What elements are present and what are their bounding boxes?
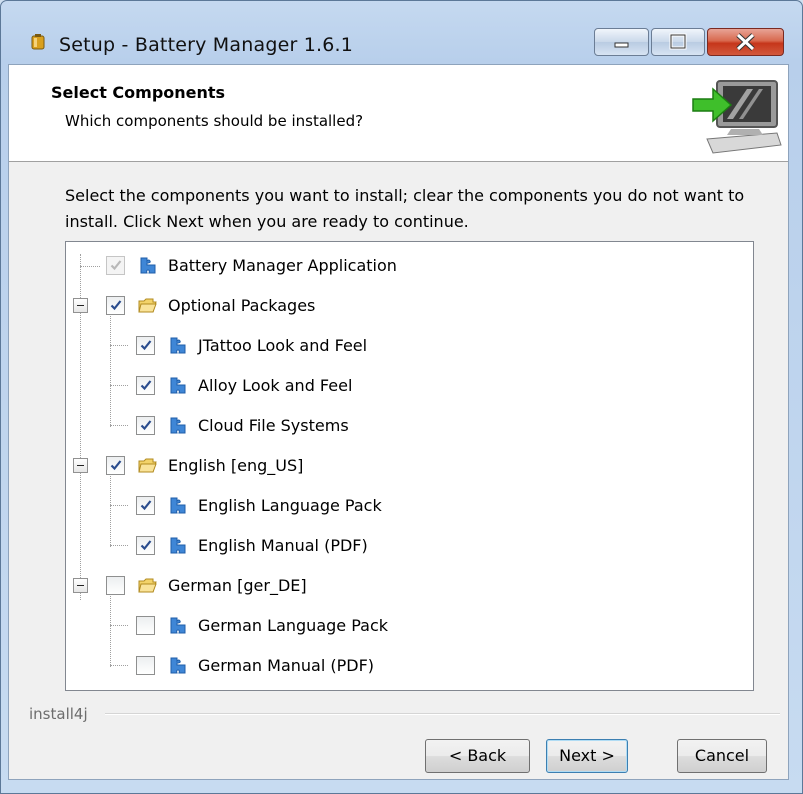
wizard-header: Select Components Which components shoul… xyxy=(9,65,788,162)
tree-item[interactable]: Alloy Look and Feel xyxy=(66,375,746,399)
checkmark-icon xyxy=(140,420,152,431)
back-button[interactable]: < Back xyxy=(425,739,530,773)
tree-item[interactable]: German Manual (PDF) xyxy=(66,655,746,679)
minimize-icon xyxy=(614,42,629,48)
component-checkbox[interactable] xyxy=(136,376,155,395)
component-icon xyxy=(168,496,187,515)
component-checkbox xyxy=(106,256,125,275)
component-label: JTattoo Look and Feel xyxy=(198,336,368,355)
component-icon xyxy=(168,336,187,355)
installer-brand: install4j xyxy=(29,705,88,723)
component-icon xyxy=(168,656,187,675)
battery-app-icon xyxy=(31,34,45,50)
checkmark-icon xyxy=(110,260,122,271)
component-checkbox[interactable] xyxy=(136,416,155,435)
component-checkbox[interactable] xyxy=(136,536,155,555)
component-icon xyxy=(168,616,187,635)
tree-item[interactable]: German [ger_DE] xyxy=(66,575,746,599)
title-bar[interactable]: Setup - Battery Manager 1.6.1 xyxy=(1,1,802,56)
component-checkbox[interactable] xyxy=(136,496,155,515)
component-label: English [eng_US] xyxy=(168,456,304,475)
checkmark-icon xyxy=(140,540,152,551)
maximize-button[interactable] xyxy=(651,28,705,56)
tree-item[interactable]: Battery Manager Application xyxy=(66,255,746,279)
checkmark-icon xyxy=(140,340,152,351)
component-checkbox[interactable] xyxy=(136,336,155,355)
dialog-client-area: Select Components Which components shoul… xyxy=(8,64,789,780)
tree-item[interactable]: English [eng_US] xyxy=(66,455,746,479)
component-checkbox[interactable] xyxy=(106,576,125,595)
component-label: Battery Manager Application xyxy=(168,256,397,275)
tree-line xyxy=(110,312,111,427)
tree-item[interactable]: JTattoo Look and Feel xyxy=(66,335,746,359)
page-title: Select Components xyxy=(51,83,226,102)
components-tree[interactable]: Battery Manager Application Optional Pack… xyxy=(65,241,754,691)
component-label: German [ger_DE] xyxy=(168,576,307,595)
tree-item[interactable]: English Language Pack xyxy=(66,495,746,519)
component-label: English Language Pack xyxy=(198,496,382,515)
computer-install-icon xyxy=(692,80,782,154)
checkmark-icon xyxy=(110,460,122,471)
checkmark-icon xyxy=(140,500,152,511)
component-icon xyxy=(138,256,157,275)
close-button[interactable] xyxy=(707,28,784,56)
component-icon xyxy=(168,536,187,555)
installer-window: Setup - Battery Manager 1.6.1 Select Com… xyxy=(0,0,803,794)
component-label: German Language Pack xyxy=(198,616,388,635)
component-checkbox[interactable] xyxy=(136,616,155,635)
tree-item[interactable]: Optional Packages xyxy=(66,295,746,319)
tree-item[interactable]: English Manual (PDF) xyxy=(66,535,746,559)
page-subtitle: Which components should be installed? xyxy=(65,112,364,130)
folder-icon xyxy=(138,456,157,475)
component-label: German Manual (PDF) xyxy=(198,656,375,675)
cancel-button[interactable]: Cancel xyxy=(677,739,767,773)
component-label: Optional Packages xyxy=(168,296,316,315)
component-checkbox[interactable] xyxy=(106,456,125,475)
folder-icon xyxy=(138,576,157,595)
tree-item[interactable]: Cloud File Systems xyxy=(66,415,746,439)
component-label: English Manual (PDF) xyxy=(198,536,368,555)
window-title: Setup - Battery Manager 1.6.1 xyxy=(59,34,354,56)
folder-icon xyxy=(138,296,157,315)
instructions-text: Select the components you want to instal… xyxy=(65,186,745,231)
tree-item[interactable]: German Language Pack xyxy=(66,615,746,639)
component-label: Alloy Look and Feel xyxy=(198,376,353,395)
component-label: Cloud File Systems xyxy=(198,416,349,435)
component-checkbox[interactable] xyxy=(136,656,155,675)
checkmark-icon xyxy=(140,380,152,391)
component-icon xyxy=(168,376,187,395)
checkmark-icon xyxy=(110,300,122,311)
component-icon xyxy=(168,416,187,435)
maximize-icon xyxy=(669,33,687,50)
brand-separator xyxy=(105,713,780,715)
minimize-button[interactable] xyxy=(594,28,649,56)
component-checkbox[interactable] xyxy=(106,296,125,315)
close-icon xyxy=(736,33,755,51)
next-button[interactable]: Next > xyxy=(546,739,628,773)
